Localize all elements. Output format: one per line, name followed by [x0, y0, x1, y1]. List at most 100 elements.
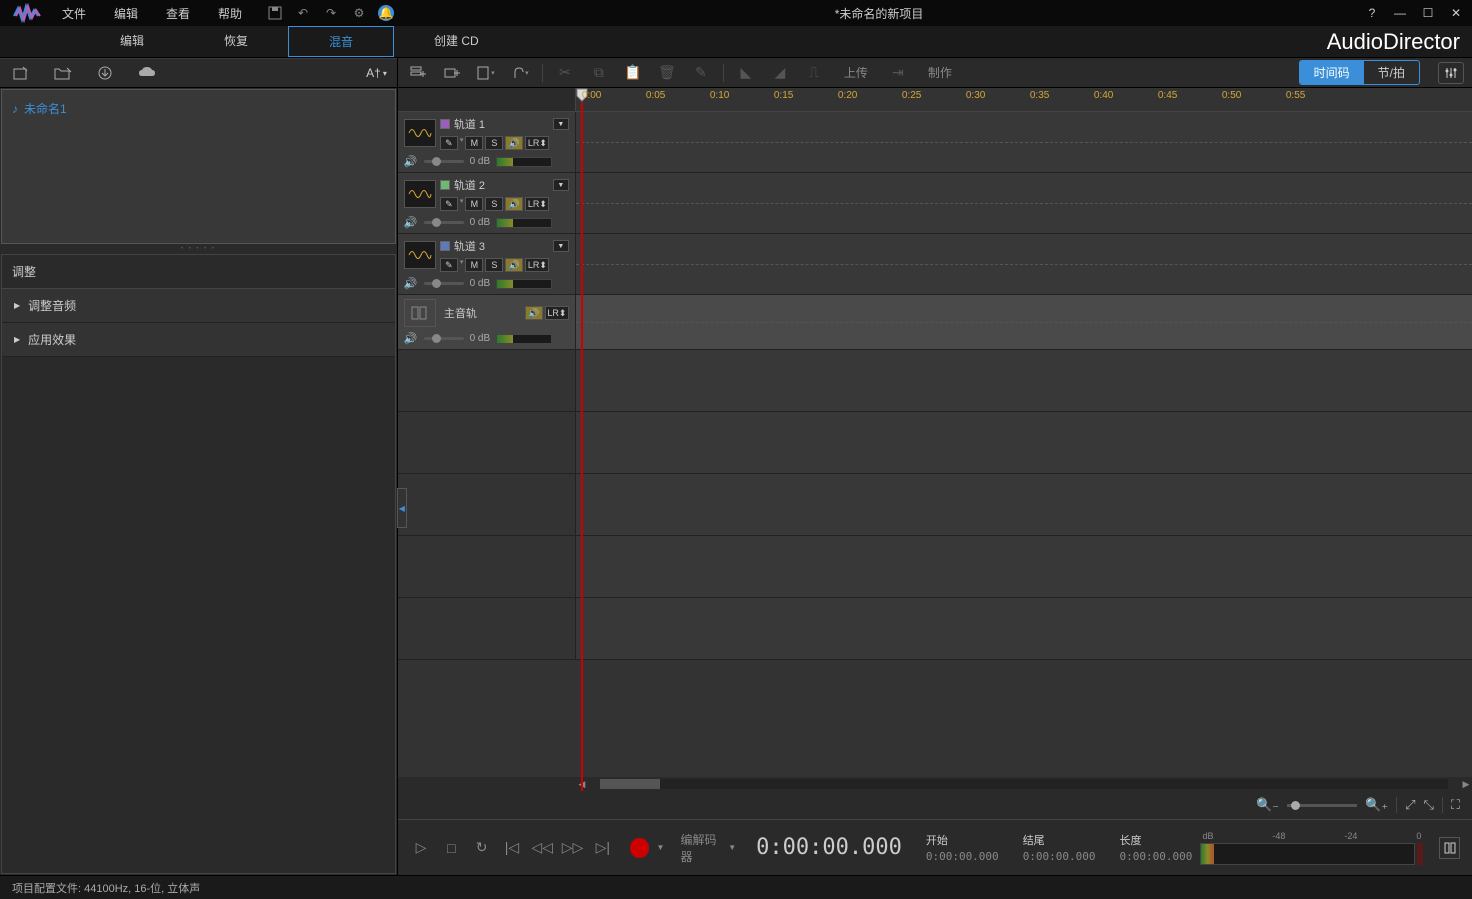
- track-name[interactable]: 轨道 1: [454, 116, 485, 132]
- paste-icon[interactable]: 📋: [621, 63, 645, 83]
- menu-help[interactable]: 帮助: [214, 3, 246, 24]
- redo-icon[interactable]: ↷: [322, 4, 340, 22]
- view-beat-button[interactable]: 节/拍: [1364, 61, 1419, 84]
- zoom-slider[interactable]: [1287, 804, 1357, 807]
- horizontal-splitter[interactable]: • • • • •: [0, 245, 397, 253]
- speaker-icon[interactable]: 🔊: [525, 306, 543, 320]
- sort-button[interactable]: A†▾: [366, 66, 387, 80]
- track-lane[interactable]: [576, 234, 1472, 294]
- track-color-chip[interactable]: [440, 119, 450, 129]
- fade-out-icon[interactable]: ◢: [768, 63, 792, 83]
- empty-lane[interactable]: [576, 350, 1472, 411]
- import-folder-icon[interactable]: [52, 64, 74, 82]
- track-name[interactable]: 轨道 2: [454, 177, 485, 193]
- panel-collapse-handle[interactable]: ◀: [397, 488, 407, 528]
- next-icon[interactable]: ▷|: [592, 836, 614, 860]
- tab-restore[interactable]: 恢复: [184, 26, 288, 57]
- media-list[interactable]: ♪ 未命名1: [1, 89, 396, 244]
- mute-button[interactable]: M: [465, 258, 483, 272]
- mute-button[interactable]: M: [465, 197, 483, 211]
- zoom-all-icon[interactable]: ⛶: [1451, 797, 1460, 813]
- download-icon[interactable]: [94, 64, 116, 82]
- solo-button[interactable]: S: [485, 136, 503, 150]
- view-timecode-button[interactable]: 时间码: [1300, 61, 1364, 84]
- record-button[interactable]: [630, 838, 649, 858]
- track-name[interactable]: 轨道 3: [454, 238, 485, 254]
- scrollbar-thumb[interactable]: [600, 779, 660, 789]
- maximize-icon[interactable]: ☐: [1420, 5, 1436, 21]
- automation-icon[interactable]: ✎: [440, 197, 458, 211]
- menu-edit[interactable]: 编辑: [110, 3, 142, 24]
- zoom-fit-v-icon[interactable]: ⤡: [1423, 797, 1433, 813]
- volume-slider[interactable]: [424, 282, 464, 285]
- edit-icon[interactable]: ✎: [689, 63, 713, 83]
- close-icon[interactable]: ✕: [1448, 5, 1464, 21]
- accordion-adjust-audio[interactable]: 调整音频: [2, 289, 395, 323]
- automation-icon[interactable]: ✎: [440, 258, 458, 272]
- fade-in-icon[interactable]: ◣: [734, 63, 758, 83]
- empty-lane[interactable]: [576, 598, 1472, 659]
- menu-file[interactable]: 文件: [58, 3, 90, 24]
- settings-icon[interactable]: ⚙: [350, 4, 368, 22]
- normalize-icon[interactable]: ⎍: [802, 63, 826, 83]
- mixer-icon[interactable]: [1438, 62, 1464, 84]
- track-color-chip[interactable]: [440, 241, 450, 251]
- loop-icon[interactable]: ↻: [470, 836, 492, 860]
- zoom-in-icon[interactable]: 🔍₊: [1365, 797, 1388, 813]
- speaker-icon[interactable]: 🔊: [505, 136, 523, 150]
- volume-icon[interactable]: 🔊: [404, 216, 418, 229]
- stop-icon[interactable]: □: [440, 836, 462, 860]
- menu-view[interactable]: 查看: [162, 3, 194, 24]
- forward-icon[interactable]: ▷▷: [561, 836, 583, 860]
- tab-edit[interactable]: 编辑: [80, 26, 184, 57]
- solo-button[interactable]: S: [485, 258, 503, 272]
- add-track-icon[interactable]: [406, 63, 430, 83]
- notification-icon[interactable]: 🔔: [378, 5, 394, 21]
- media-item[interactable]: ♪ 未命名1: [10, 98, 387, 119]
- export-icon[interactable]: ⇥: [886, 63, 910, 83]
- undo-icon[interactable]: ↶: [294, 4, 312, 22]
- empty-lane[interactable]: [576, 536, 1472, 597]
- volume-slider[interactable]: [424, 160, 464, 163]
- scroll-right-icon[interactable]: ▶: [1460, 779, 1472, 790]
- play-icon[interactable]: ▷: [410, 836, 432, 860]
- time-ruler[interactable]: 0:00 0:05 0:10 0:15 0:20 0:25 0:30 0:35 …: [576, 88, 1472, 111]
- codec-button[interactable]: 编解码器▼: [680, 831, 736, 865]
- track-menu-icon[interactable]: ▼: [553, 179, 569, 191]
- channel-button[interactable]: LR⬍: [545, 306, 569, 320]
- automation-icon[interactable]: ✎: [440, 136, 458, 150]
- track-menu-icon[interactable]: ▼: [553, 240, 569, 252]
- zoom-out-icon[interactable]: 🔍₋: [1256, 797, 1279, 813]
- save-icon[interactable]: [266, 4, 284, 22]
- volume-slider[interactable]: [424, 337, 464, 340]
- mute-button[interactable]: M: [465, 136, 483, 150]
- track-lane[interactable]: [576, 112, 1472, 172]
- master-track-lane[interactable]: [576, 295, 1472, 349]
- tool-a-icon[interactable]: ▾: [474, 63, 498, 83]
- upload-button[interactable]: 上传: [836, 62, 876, 83]
- record-dropdown-icon[interactable]: ▼: [657, 843, 665, 852]
- volume-icon[interactable]: 🔊: [404, 332, 418, 345]
- help-icon[interactable]: ?: [1364, 5, 1380, 21]
- cut-icon[interactable]: ✂: [553, 63, 577, 83]
- channel-button[interactable]: LR⬍: [525, 136, 549, 150]
- mixer-toggle-icon[interactable]: [1439, 837, 1460, 859]
- scrollbar-track[interactable]: [600, 779, 1448, 789]
- produce-button[interactable]: 制作: [920, 62, 960, 83]
- track-color-chip[interactable]: [440, 180, 450, 190]
- import-file-icon[interactable]: [10, 64, 32, 82]
- delete-icon[interactable]: 🗑: [655, 63, 679, 83]
- speaker-icon[interactable]: 🔊: [505, 197, 523, 211]
- empty-lane[interactable]: [576, 474, 1472, 535]
- rewind-icon[interactable]: ◁◁: [531, 836, 553, 860]
- channel-button[interactable]: LR⬍: [525, 197, 549, 211]
- accordion-apply-effect[interactable]: 应用效果: [2, 323, 395, 357]
- tab-mix[interactable]: 混音: [288, 26, 394, 57]
- empty-lane[interactable]: [576, 412, 1472, 473]
- volume-slider[interactable]: [424, 221, 464, 224]
- solo-button[interactable]: S: [485, 197, 503, 211]
- tab-createcd[interactable]: 创建 CD: [394, 26, 519, 57]
- track-menu-icon[interactable]: ▼: [553, 118, 569, 130]
- zoom-fit-h-icon[interactable]: ⤢: [1405, 797, 1415, 813]
- tool-b-icon[interactable]: ▾: [508, 63, 532, 83]
